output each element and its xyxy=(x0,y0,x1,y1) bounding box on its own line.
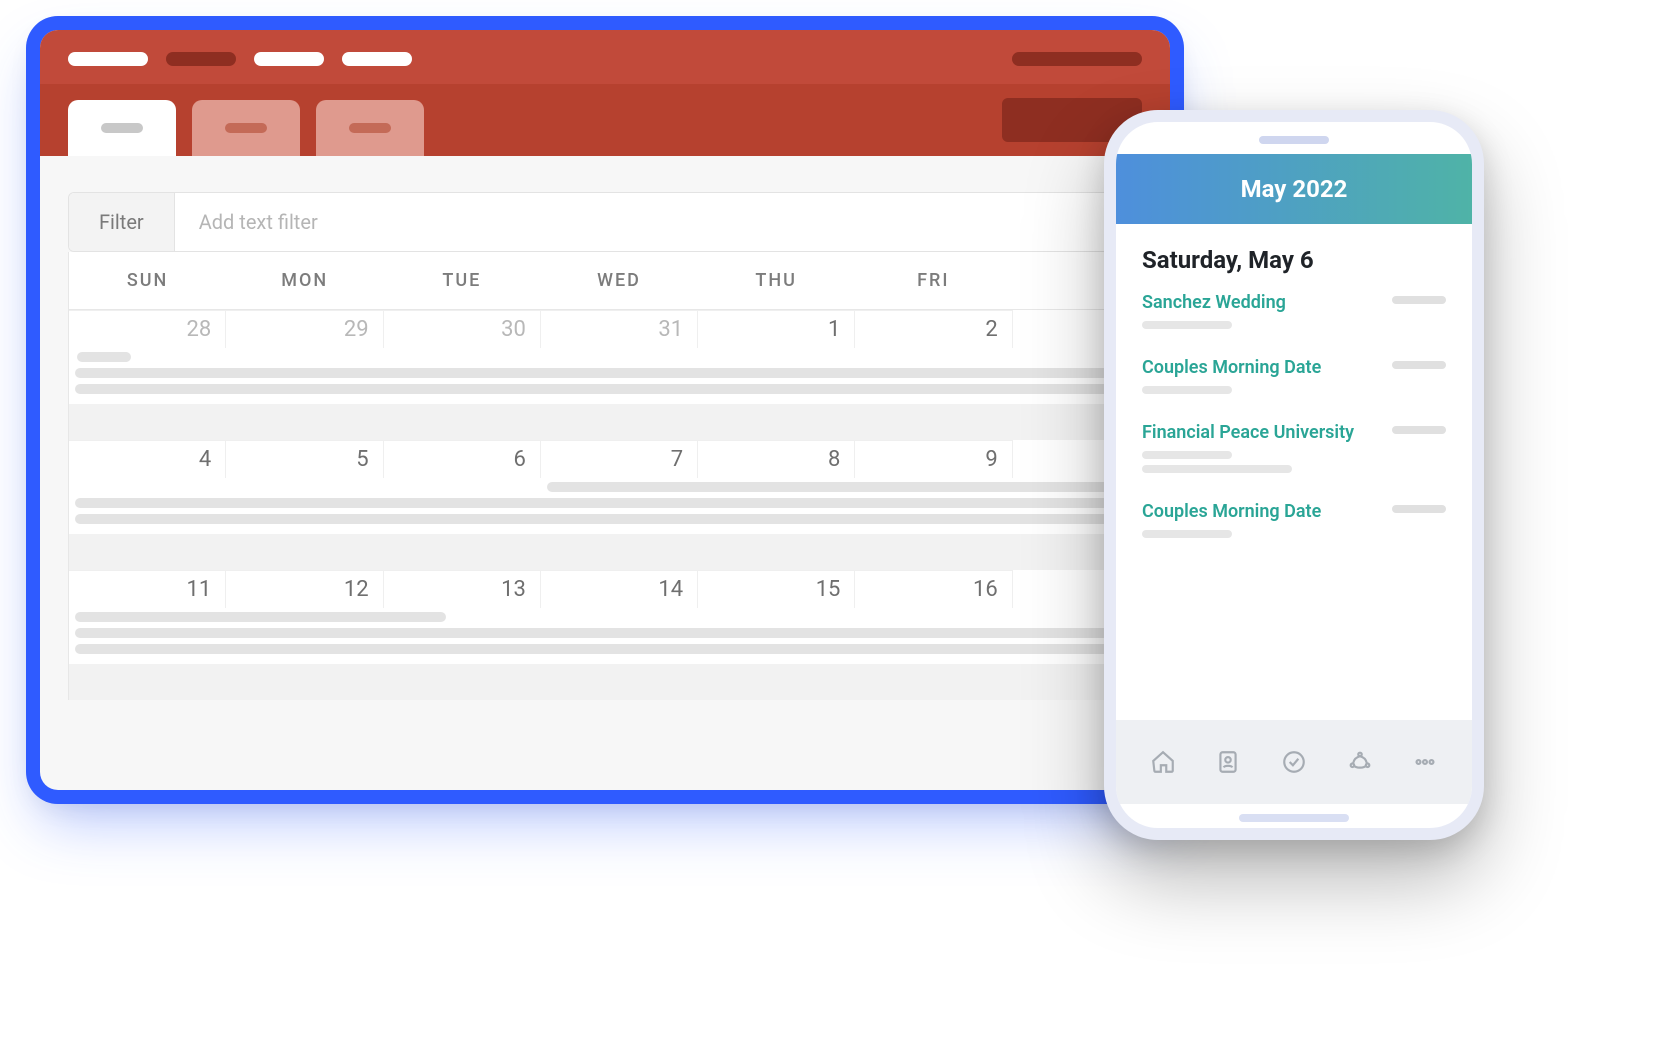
event-item[interactable]: Couples Morning Date xyxy=(1142,357,1446,394)
day-cell[interactable]: 16 xyxy=(855,570,1012,608)
day-cell[interactable]: 9 xyxy=(855,440,1012,478)
event-title: Financial Peace University xyxy=(1142,422,1354,443)
event-bar[interactable] xyxy=(77,352,131,362)
event-title: Sanchez Wedding xyxy=(1142,292,1286,313)
event-item[interactable]: Couples Morning Date xyxy=(1142,501,1446,538)
tab-inactive[interactable] xyxy=(316,100,424,156)
day-cell[interactable]: 8 xyxy=(698,440,855,478)
event-bar[interactable] xyxy=(75,368,1164,378)
tab-inactive[interactable] xyxy=(192,100,300,156)
event-list: Sanchez Wedding Couples Morning Date Fin… xyxy=(1116,292,1472,538)
day-cell[interactable]: 12 xyxy=(226,570,383,608)
day-cell[interactable]: 14 xyxy=(541,570,698,608)
event-time xyxy=(1392,505,1446,513)
toolbar-action[interactable] xyxy=(1012,52,1142,66)
day-cell[interactable]: 29 xyxy=(226,310,383,348)
day-cell[interactable]: 11 xyxy=(69,570,226,608)
check-circle-icon[interactable] xyxy=(1279,747,1309,777)
day-cell[interactable]: 15 xyxy=(698,570,855,608)
event-bar[interactable] xyxy=(75,612,446,622)
event-meta xyxy=(1142,386,1232,394)
event-time xyxy=(1392,296,1446,304)
day-header: WED xyxy=(540,252,697,309)
calendar-week: 4 5 6 7 8 9 10 xyxy=(68,440,1170,570)
day-cell[interactable]: 4 xyxy=(69,440,226,478)
phone-month-header[interactable]: May 2022 xyxy=(1116,154,1472,224)
contacts-icon[interactable] xyxy=(1213,747,1243,777)
calendar-grid: SUN MON TUE WED THU FRI SAT 28 29 30 31 … xyxy=(68,252,1170,700)
event-item[interactable]: Financial Peace University xyxy=(1142,422,1446,473)
tab-active[interactable] xyxy=(68,100,176,156)
home-icon[interactable] xyxy=(1148,747,1178,777)
event-meta xyxy=(1142,530,1232,538)
home-indicator xyxy=(1239,814,1349,822)
day-cell[interactable]: 5 xyxy=(226,440,383,478)
calendar-week: 28 29 30 31 1 2 3 xyxy=(68,310,1170,440)
event-title: Couples Morning Date xyxy=(1142,501,1321,522)
day-cell[interactable]: 2 xyxy=(855,310,1012,348)
calendar-content: Filter Add text filter SUN MON TUE WED T… xyxy=(40,156,1170,700)
day-cell[interactable]: 31 xyxy=(541,310,698,348)
event-bar[interactable] xyxy=(75,628,1164,638)
day-cell[interactable]: 1 xyxy=(698,310,855,348)
desktop-calendar-window: Filter Add text filter SUN MON TUE WED T… xyxy=(40,30,1170,790)
event-bar[interactable] xyxy=(75,644,1164,654)
day-cell[interactable]: 6 xyxy=(384,440,541,478)
toolbar-pill xyxy=(254,52,324,66)
calendar-week: 11 12 13 14 15 16 17 xyxy=(68,570,1170,700)
day-header: FRI xyxy=(855,252,1012,309)
day-header: MON xyxy=(226,252,383,309)
tab-strip xyxy=(40,84,1170,156)
phone-bottom-nav xyxy=(1116,720,1472,804)
day-cell[interactable]: 28 xyxy=(69,310,226,348)
day-cell[interactable]: 30 xyxy=(384,310,541,348)
filter-bar: Filter Add text filter xyxy=(68,192,1170,252)
phone-day-title: Saturday, May 6 xyxy=(1116,224,1472,292)
event-bar[interactable] xyxy=(75,384,1164,394)
day-cell[interactable]: 13 xyxy=(384,570,541,608)
toolbar-pill xyxy=(68,52,148,66)
day-header: SUN xyxy=(69,252,226,309)
toolbar-pill xyxy=(342,52,412,66)
event-meta xyxy=(1142,321,1232,329)
event-meta xyxy=(1142,451,1232,459)
filter-label: Filter xyxy=(69,193,175,251)
groups-icon[interactable] xyxy=(1345,747,1375,777)
event-bar[interactable] xyxy=(75,514,1164,524)
day-header: THU xyxy=(698,252,855,309)
event-bar[interactable] xyxy=(75,498,1164,508)
more-icon[interactable] xyxy=(1410,747,1440,777)
mobile-calendar-device: May 2022 Saturday, May 6 Sanchez Wedding… xyxy=(1104,110,1484,840)
event-bar[interactable] xyxy=(547,482,1164,492)
event-time xyxy=(1392,426,1446,434)
window-chrome xyxy=(40,30,1170,156)
filter-input[interactable]: Add text filter xyxy=(175,193,1169,251)
window-toolbar xyxy=(40,44,1170,84)
day-header: TUE xyxy=(383,252,540,309)
event-meta xyxy=(1142,465,1292,473)
phone-speaker xyxy=(1259,136,1329,144)
event-item[interactable]: Sanchez Wedding xyxy=(1142,292,1446,329)
event-time xyxy=(1392,361,1446,369)
day-cell[interactable]: 7 xyxy=(541,440,698,478)
toolbar-pill xyxy=(166,52,236,66)
event-title: Couples Morning Date xyxy=(1142,357,1321,378)
calendar-day-headers: SUN MON TUE WED THU FRI SAT xyxy=(68,252,1170,310)
